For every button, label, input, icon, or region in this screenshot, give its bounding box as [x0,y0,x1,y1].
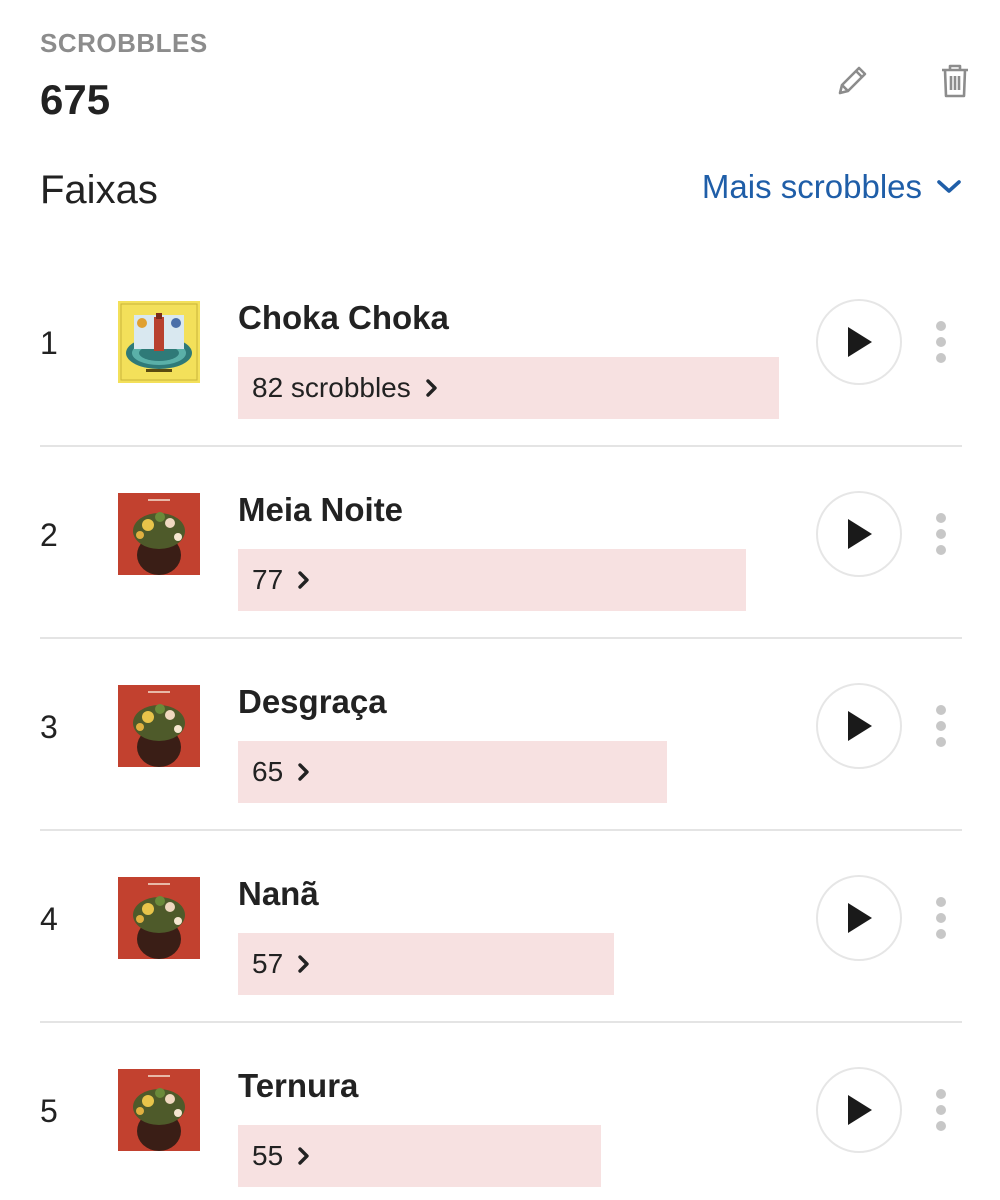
vertical-dots-icon [936,321,946,363]
edit-button[interactable] [828,57,876,105]
scrobble-bar-container: 55 [238,1125,779,1187]
scrobble-bar-container: 77 [238,549,779,611]
track-name[interactable]: Choka Choka [238,299,449,337]
play-button[interactable] [816,491,902,577]
chevron-down-icon [937,180,961,193]
more-options-button[interactable] [922,701,960,751]
album-cover[interactable] [118,1069,200,1151]
scrobbles-page: SCROBBLES 675 Faixas Mais scrobbles 1 Cho… [0,0,1000,1200]
chevron-right-icon [426,379,437,397]
trash-icon [942,64,968,98]
scrobble-count-label: 82 scrobbles [252,372,411,403]
track-row: 3 Desgraça 65 [40,639,962,831]
play-button[interactable] [816,875,902,961]
more-options-button[interactable] [922,509,960,559]
album-cover[interactable] [118,301,200,383]
track-name[interactable]: Desgraça [238,683,387,721]
track-rank: 2 [40,517,58,553]
vertical-dots-icon [936,1089,946,1131]
scrobble-count-label: 57 [252,948,284,979]
chevron-right-icon [298,1147,309,1165]
scrobble-count-label: 65 [252,756,284,787]
pencil-icon [838,66,867,95]
chevron-right-icon [298,955,309,973]
album-cover[interactable] [118,493,200,575]
track-rank: 4 [40,901,58,937]
scrobble-bar [238,549,746,611]
track-rank: 1 [40,325,58,361]
play-icon [848,1095,872,1125]
vertical-dots-icon [936,705,946,747]
track-row: 2 Meia Noite 77 [40,447,962,639]
scrobble-count-link[interactable]: 55 [252,1125,311,1187]
vertical-dots-icon [936,897,946,939]
scrobble-bar-container: 57 [238,933,779,995]
more-options-button[interactable] [922,1085,960,1135]
more-options-button[interactable] [922,893,960,943]
album-cover[interactable] [118,877,200,959]
track-name[interactable]: Ternura [238,1067,358,1105]
more-options-button[interactable] [922,317,960,367]
play-icon [848,327,872,357]
scrobbles-count: 675 [40,76,111,123]
vertical-dots-icon [936,513,946,555]
scrobble-bar-container: 82 scrobbles [238,357,779,419]
play-icon [848,903,872,933]
section-title: Faixas [40,168,158,212]
chevron-right-icon [298,763,309,781]
track-rank: 5 [40,1093,58,1129]
more-scrobbles-label: Mais scrobbles [701,168,922,205]
play-button[interactable] [816,1067,902,1153]
track-row: 4 Nanã 57 [40,831,962,1023]
track-name[interactable]: Nanã [238,875,319,913]
scrobble-count-label: 77 [252,564,284,595]
play-icon [848,519,872,549]
scrobble-count-link[interactable]: 57 [252,933,311,995]
album-cover[interactable] [118,685,200,767]
scrobble-count-link[interactable]: 65 [252,741,311,803]
track-row: 5 Ternura 55 [40,1023,962,1200]
track-rank: 3 [40,709,58,745]
more-scrobbles-dropdown[interactable]: Mais scrobbles [702,168,962,206]
track-list: 1 Choka Choka 82 scrobbles 2 Meia Noite 77 3 De… [40,255,962,1200]
chevron-right-icon [298,571,309,589]
play-button[interactable] [816,683,902,769]
delete-button[interactable] [931,57,979,105]
scrobble-count-link[interactable]: 77 [252,549,311,611]
scrobble-count-link[interactable]: 82 scrobbles [252,357,439,419]
track-row: 1 Choka Choka 82 scrobbles [40,255,962,447]
scrobble-bar-container: 65 [238,741,779,803]
scrobbles-label: SCROBBLES [40,28,208,58]
track-name[interactable]: Meia Noite [238,491,403,529]
play-button[interactable] [816,299,902,385]
play-icon [848,711,872,741]
scrobble-count-label: 55 [252,1140,284,1171]
